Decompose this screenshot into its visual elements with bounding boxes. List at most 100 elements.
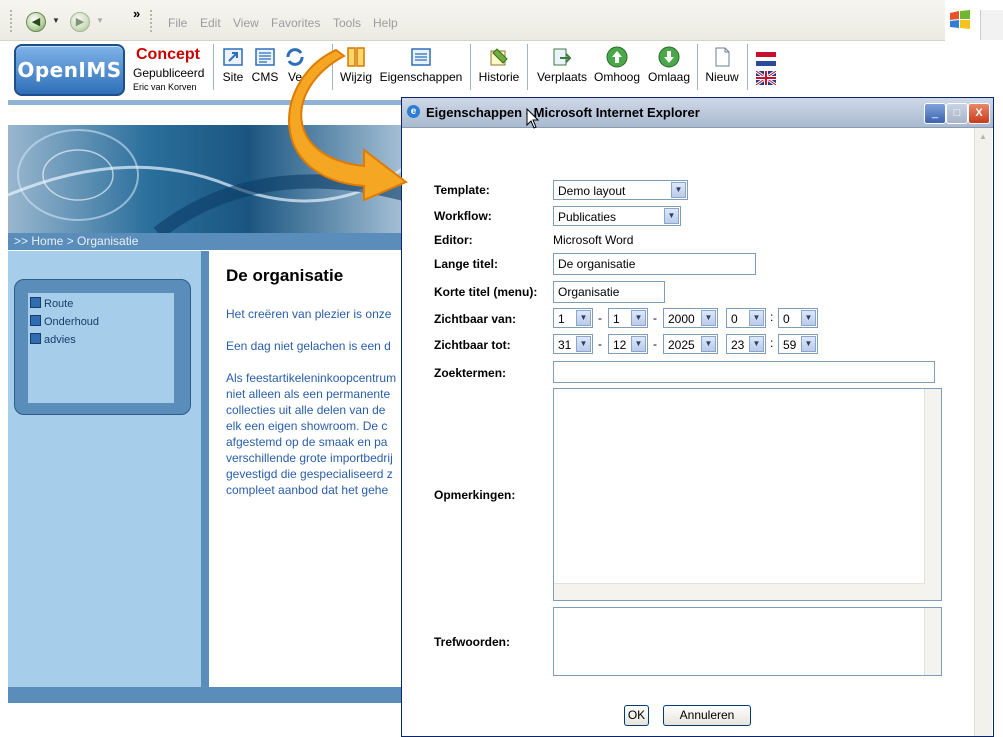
opmerkingen-textarea[interactable] bbox=[553, 388, 942, 601]
nieuw-button[interactable]: Nieuw bbox=[702, 44, 742, 92]
tot-day-select[interactable]: 31 ▼ bbox=[553, 334, 593, 354]
chevron-down-icon: ▼ bbox=[576, 336, 591, 352]
toolbar-chevron[interactable]: » bbox=[133, 6, 140, 21]
paragraph-line: compleet aanbod dat het gehe bbox=[226, 483, 389, 497]
historie-button[interactable]: Historie bbox=[474, 44, 524, 92]
chevron-down-icon: ▼ bbox=[701, 336, 716, 352]
ok-button[interactable]: OK bbox=[624, 705, 649, 726]
chevron-down-icon: ▼ bbox=[701, 310, 716, 326]
breadcrumb: >> Home > Organisatie bbox=[8, 233, 414, 250]
dialog-scrollbar[interactable]: ▲ bbox=[974, 128, 992, 736]
cms-button[interactable]: CMS bbox=[250, 44, 280, 92]
workflow-select[interactable]: Publicaties ▼ bbox=[553, 206, 681, 226]
time-separator: : bbox=[770, 336, 774, 350]
chevron-down-icon: ▼ bbox=[671, 182, 686, 198]
toolbar-separator bbox=[747, 44, 748, 90]
date-separator: - bbox=[653, 311, 657, 325]
chevron-down-icon: ▼ bbox=[801, 336, 816, 352]
paragraph-line: Als feestartikeleninkoopcentrum bbox=[226, 371, 397, 385]
date-separator: - bbox=[598, 311, 602, 325]
maximize-button[interactable]: □ bbox=[946, 103, 968, 124]
trefwoorden-label: Trefwoorden: bbox=[434, 635, 511, 649]
time-separator: : bbox=[770, 310, 774, 324]
paragraph-line: elk een eigen showroom. De c bbox=[226, 419, 388, 433]
date-separator: - bbox=[653, 337, 657, 351]
chevron-down-icon: ▼ bbox=[749, 336, 764, 352]
properties-dialog: e Eigenschappen - Microsoft Internet Exp… bbox=[401, 97, 994, 737]
paragraph-line: niet alleen als een permanente bbox=[226, 387, 391, 401]
opmerkingen-label: Opmerkingen: bbox=[434, 488, 516, 502]
back-dropdown-icon[interactable]: ▼ bbox=[52, 16, 60, 25]
back-icon[interactable]: ◀ bbox=[26, 12, 46, 32]
tot-minute-select[interactable]: 59 ▼ bbox=[778, 334, 818, 354]
template-select[interactable]: Demo layout ▼ bbox=[553, 180, 688, 200]
tot-year-select[interactable]: 2025 ▼ bbox=[663, 334, 718, 354]
curved-arrow-icon bbox=[288, 48, 408, 202]
minimize-button[interactable]: _ bbox=[924, 103, 946, 124]
browser-window-controls[interactable] bbox=[980, 10, 1003, 40]
paragraph-line: Het creëren van plezier is onze bbox=[226, 307, 392, 321]
omlaag-button[interactable]: Omlaag bbox=[645, 44, 693, 92]
korte-titel-label: Korte titel (menu): bbox=[434, 285, 538, 299]
forward-dropdown-icon[interactable]: ▼ bbox=[96, 16, 104, 25]
van-day-select[interactable]: 1 ▼ bbox=[553, 308, 593, 328]
toolbar-separator bbox=[470, 44, 471, 90]
up-icon bbox=[606, 46, 628, 68]
windows-logo-icon bbox=[949, 10, 971, 30]
nav-item-onderhoud[interactable]: Onderhoud bbox=[30, 315, 99, 328]
move-icon bbox=[553, 48, 572, 66]
nav-item-advies[interactable]: advies bbox=[30, 333, 76, 346]
tot-month-select[interactable]: 12 ▼ bbox=[608, 334, 648, 354]
paragraph-line: collecties uit alle delen van de bbox=[226, 403, 386, 417]
menu-edit[interactable]: Edit bbox=[200, 16, 221, 30]
dialog-title: Eigenschappen - Microsoft Internet Explo… bbox=[426, 105, 700, 120]
toolbar-grip bbox=[10, 10, 14, 32]
menu-favorites[interactable]: Favorites bbox=[271, 16, 320, 30]
date-separator: - bbox=[598, 337, 602, 351]
van-hour-select[interactable]: 0 ▼ bbox=[726, 308, 766, 328]
editor-value: Microsoft Word bbox=[553, 233, 634, 247]
tot-hour-select[interactable]: 23 ▼ bbox=[726, 334, 766, 354]
site-button[interactable]: Site bbox=[220, 44, 246, 92]
flag-dutch-icon[interactable] bbox=[756, 52, 776, 66]
site-icon bbox=[223, 48, 243, 66]
menu-file[interactable]: File bbox=[168, 16, 187, 30]
chevron-down-icon: ▼ bbox=[749, 310, 764, 326]
paragraph-line: gevestigd die gespecialiseerd z bbox=[226, 467, 393, 481]
van-minute-select[interactable]: 0 ▼ bbox=[778, 308, 818, 328]
menu-help[interactable]: Help bbox=[373, 16, 398, 30]
status-concept: Concept bbox=[136, 46, 200, 63]
menu-tools[interactable]: Tools bbox=[333, 16, 361, 30]
textarea-scrollbar[interactable] bbox=[924, 608, 941, 675]
history-icon bbox=[490, 48, 508, 66]
workflow-label: Workflow: bbox=[434, 209, 492, 223]
mouse-cursor-icon bbox=[526, 108, 540, 129]
chevron-down-icon: ▼ bbox=[801, 310, 816, 326]
van-month-select[interactable]: 1 ▼ bbox=[608, 308, 648, 328]
textarea-scrollbar[interactable] bbox=[924, 389, 941, 600]
flag-uk-icon[interactable] bbox=[755, 69, 777, 87]
lange-titel-input[interactable]: De organisatie bbox=[553, 253, 756, 275]
lange-titel-label: Lange titel: bbox=[434, 257, 499, 271]
menubar-grip bbox=[150, 10, 154, 32]
bullet-icon bbox=[30, 315, 41, 326]
nav-item-route[interactable]: Route bbox=[30, 297, 73, 310]
close-button[interactable]: X bbox=[968, 103, 990, 124]
van-year-select[interactable]: 2000 ▼ bbox=[663, 308, 718, 328]
status-published: Gepubliceerd bbox=[133, 66, 205, 80]
zoektermen-input[interactable] bbox=[553, 361, 935, 383]
textarea-hscrollbar[interactable] bbox=[554, 583, 925, 600]
scroll-up-icon[interactable]: ▲ bbox=[976, 130, 990, 144]
cancel-button[interactable]: Annuleren bbox=[663, 705, 751, 726]
trefwoorden-textarea[interactable] bbox=[553, 607, 942, 676]
paragraph-line: Een dag niet gelachen is een d bbox=[226, 339, 391, 353]
page-title: De organisatie bbox=[226, 266, 344, 285]
browser-menubar bbox=[0, 0, 945, 41]
korte-titel-input[interactable]: Organisatie bbox=[553, 281, 665, 303]
editor-label: Editor: bbox=[434, 233, 473, 247]
verplaats-button[interactable]: Verplaats bbox=[533, 44, 591, 92]
omhoog-button[interactable]: Omhoog bbox=[592, 44, 642, 92]
forward-icon[interactable]: ▶ bbox=[70, 12, 90, 32]
menu-view[interactable]: View bbox=[233, 16, 259, 30]
bullet-icon bbox=[30, 297, 41, 308]
